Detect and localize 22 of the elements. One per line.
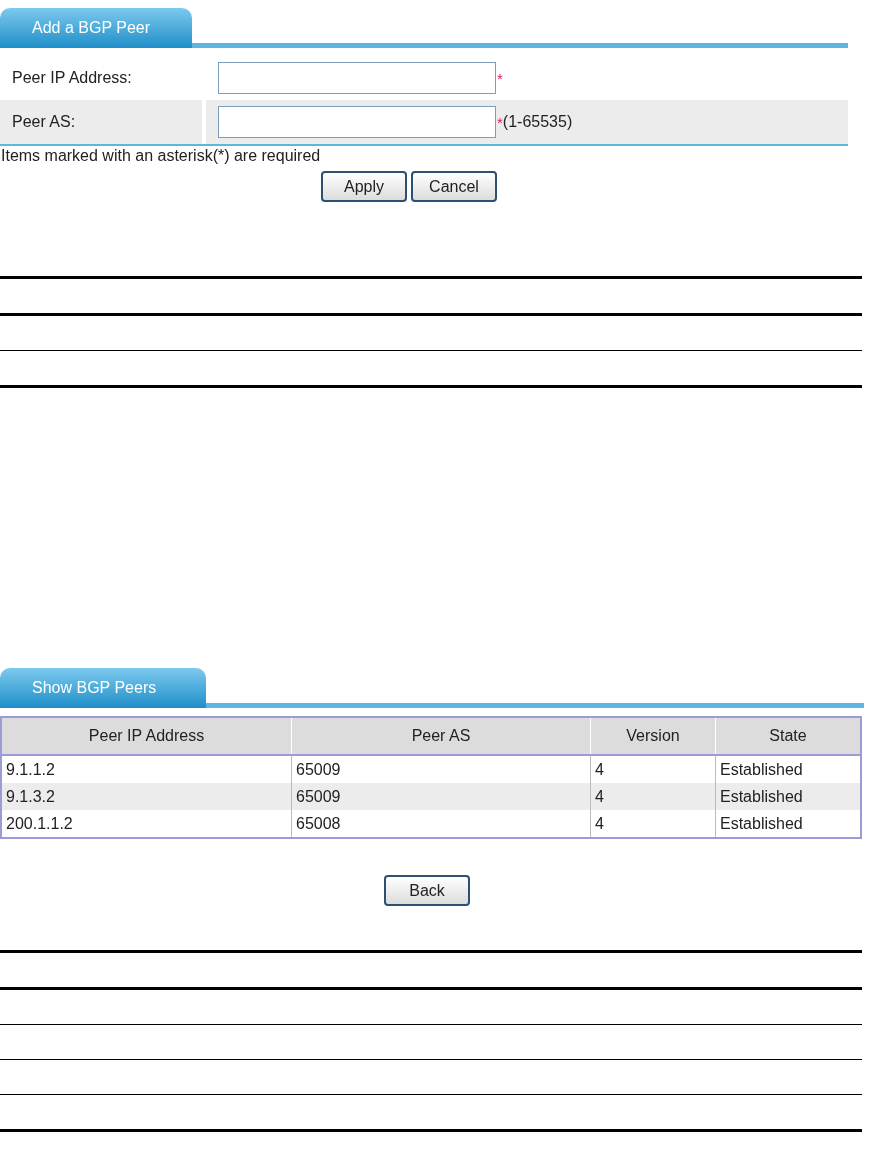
input-field[interactable] (218, 106, 496, 138)
table-cell: 4 (590, 810, 716, 838)
table-cell: Established (715, 810, 861, 838)
column-header: Version (590, 717, 716, 755)
table-cell: 9.1.3.2 (1, 783, 292, 810)
table-cell: 65008 (291, 810, 591, 838)
required-mark: * (497, 113, 503, 131)
input-field[interactable] (218, 62, 496, 94)
column-header: Peer IP Address (1, 717, 292, 755)
field-label: Peer AS: (0, 100, 206, 144)
table-cell: 65009 (291, 783, 591, 810)
required-mark: * (497, 69, 503, 87)
table-cell: 4 (590, 783, 716, 810)
range-hint: (1-65535) (502, 113, 573, 131)
column-header: State (715, 717, 861, 755)
form-button[interactable]: Cancel (411, 171, 497, 202)
column-header: Peer AS (291, 717, 591, 755)
table-cell: 200.1.1.2 (1, 810, 292, 838)
back-button[interactable]: Back (384, 875, 470, 906)
required-note: Items marked with an asterisk(*) are required (0, 146, 322, 165)
form-button[interactable]: Apply (321, 171, 407, 202)
table-cell: Established (715, 783, 861, 810)
